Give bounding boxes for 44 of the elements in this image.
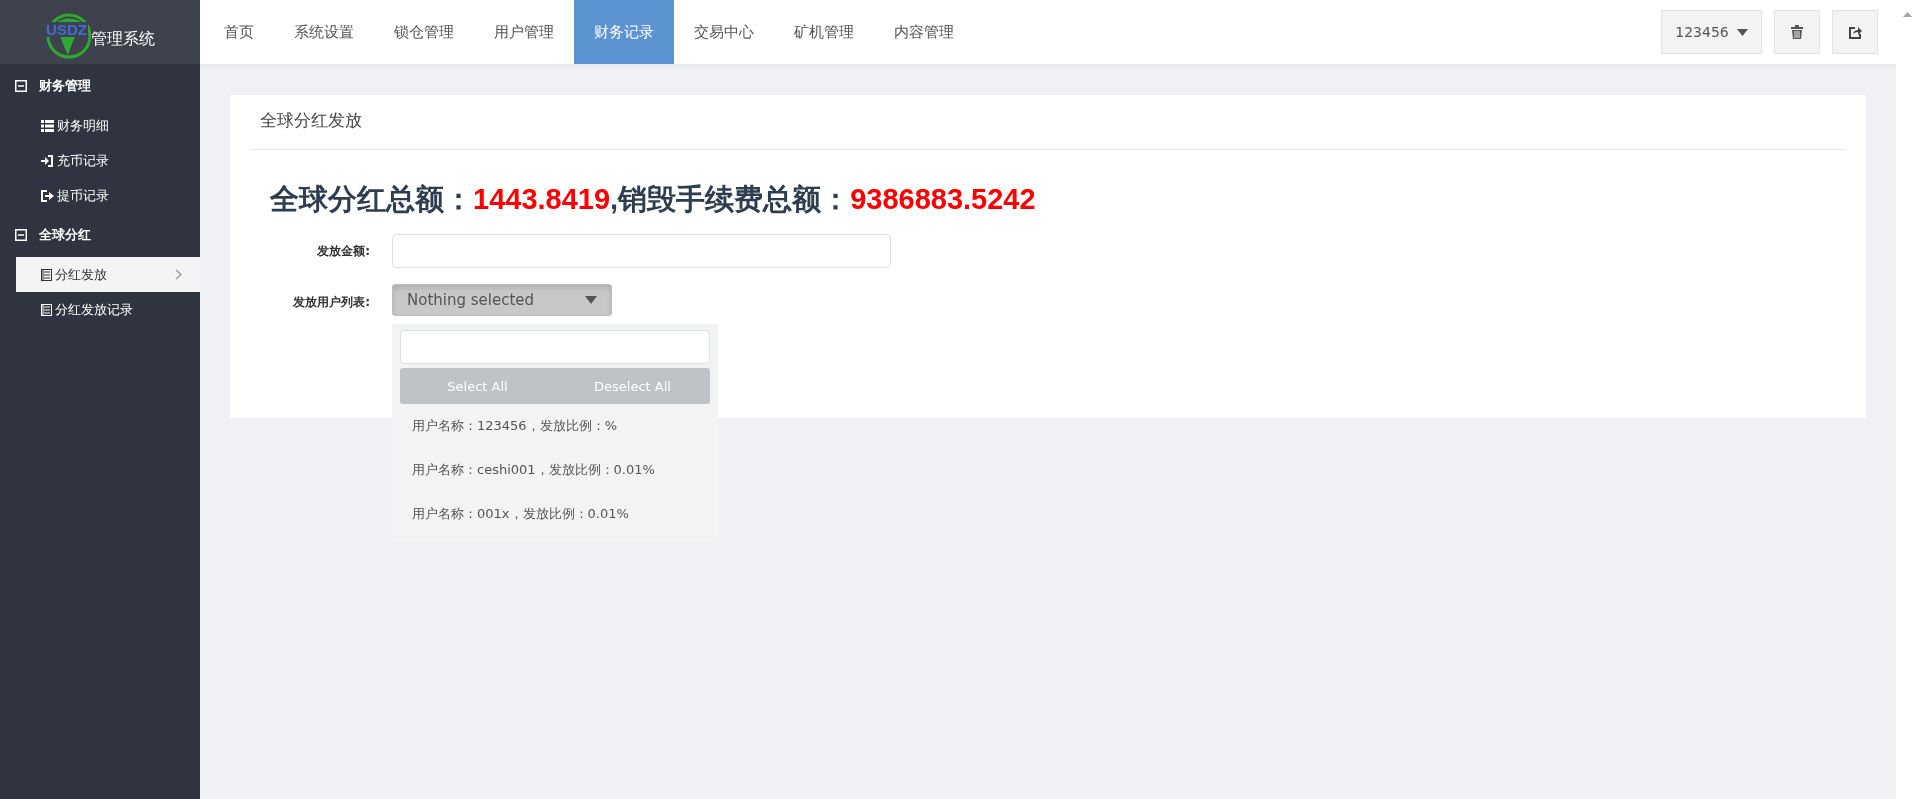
total-label: ,销毁手续费总额： bbox=[610, 183, 851, 215]
nav-tab[interactable]: 用户管理 bbox=[474, 0, 574, 64]
field-label: 发放金额: bbox=[316, 242, 370, 260]
card-title: 全球分红发放 bbox=[250, 95, 1846, 150]
clear-cache-button[interactable] bbox=[1774, 10, 1820, 54]
chevron-right-icon bbox=[175, 269, 182, 280]
caret-down-icon bbox=[1736, 28, 1748, 36]
user-select-dropdown[interactable]: Nothing selected bbox=[392, 284, 612, 316]
sidebar-group[interactable]: 财务管理 bbox=[0, 64, 200, 108]
dropdown-option[interactable]: 用户名称：ceshi001，发放比例：0.01% bbox=[400, 448, 710, 492]
sidebar-item[interactable]: 分红发放记录 bbox=[16, 292, 200, 327]
nav-tab[interactable]: 矿机管理 bbox=[774, 0, 874, 64]
nav-tab[interactable]: 内容管理 bbox=[874, 0, 974, 64]
document-icon bbox=[41, 268, 52, 281]
dropdown-option[interactable]: 用户名称：001x，发放比例：0.01% bbox=[400, 492, 710, 536]
share-icon bbox=[1848, 25, 1862, 39]
logo-text: USDZ bbox=[45, 21, 88, 37]
trash-icon bbox=[1791, 25, 1803, 39]
nav-tab[interactable]: 首页 bbox=[204, 0, 274, 64]
total-amount: 1443.8419 bbox=[473, 183, 611, 215]
user-menu-button[interactable]: 123456 bbox=[1661, 10, 1762, 54]
sidebar-group[interactable]: 全球分红 bbox=[0, 213, 200, 257]
total-label: 全球分红总额： bbox=[270, 183, 473, 215]
nav-tab[interactable]: 锁仓管理 bbox=[374, 0, 474, 64]
sidebar-item[interactable]: 分红发放 bbox=[16, 257, 200, 292]
amount-input-field[interactable] bbox=[392, 234, 891, 268]
logout-button[interactable] bbox=[1832, 10, 1878, 54]
total-amount: 9386883.5242 bbox=[850, 183, 1036, 215]
sidebar-item[interactable]: 财务明细 bbox=[16, 108, 200, 143]
group-label: 财务管理 bbox=[39, 77, 91, 95]
dropdown-option[interactable]: 用户名称：123456，发放比例：% bbox=[400, 404, 710, 448]
group-label: 全球分红 bbox=[39, 226, 91, 244]
document-icon bbox=[41, 303, 52, 316]
sign-in-icon bbox=[41, 154, 54, 167]
list-icon bbox=[41, 119, 54, 132]
sidebar-item[interactable]: 提币记录 bbox=[16, 178, 200, 213]
field-label: 发放用户列表: bbox=[292, 294, 370, 311]
search-input-field[interactable] bbox=[400, 330, 710, 364]
sign-out-icon bbox=[41, 189, 54, 202]
caret-down-icon bbox=[585, 296, 597, 304]
nav-tab[interactable]: 系统设置 bbox=[274, 0, 374, 64]
nav-tab[interactable]: 交易中心 bbox=[674, 0, 774, 64]
scroll-up-arrow-icon bbox=[1902, 12, 1912, 17]
sidebar-item[interactable]: 充币记录 bbox=[16, 143, 200, 178]
